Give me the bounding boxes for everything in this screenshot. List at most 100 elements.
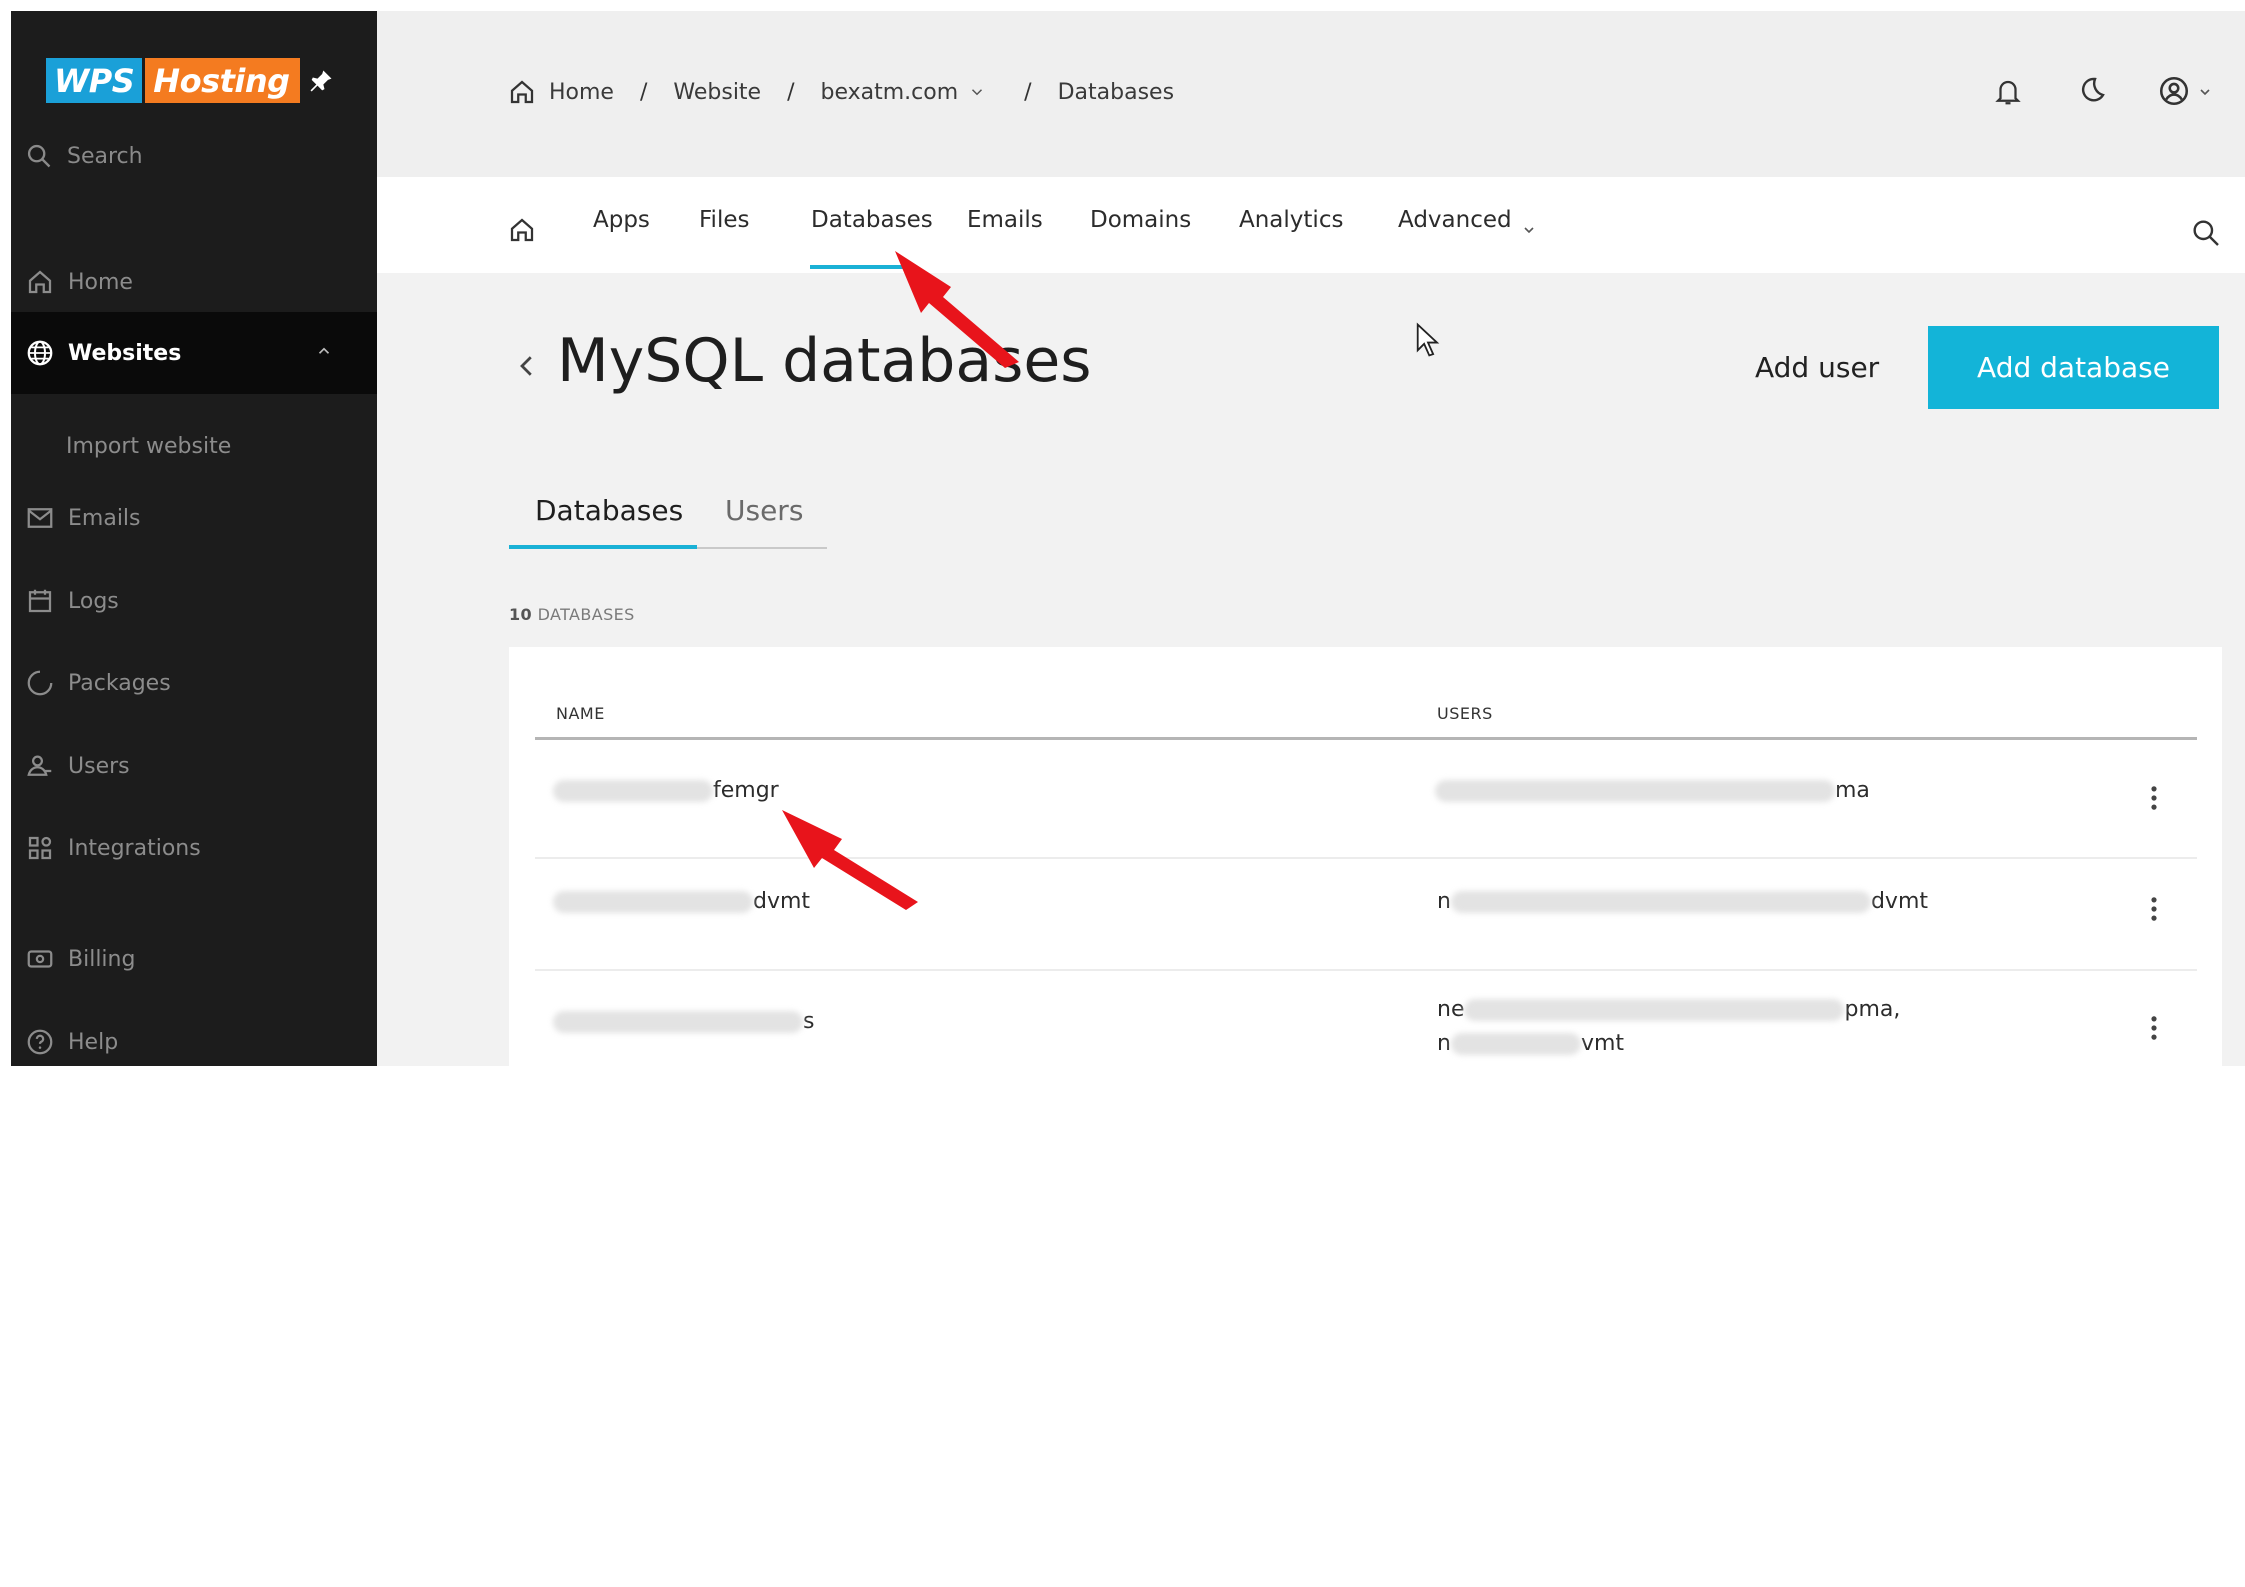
- nav-apps[interactable]: Apps: [593, 207, 650, 233]
- pin-icon[interactable]: [307, 67, 335, 95]
- table-row-users-line2: n vmt: [1437, 1031, 1624, 1056]
- chevron-down-icon[interactable]: [2197, 84, 2213, 100]
- row-users-text: vmt: [1580, 1031, 1625, 1056]
- chevron-down-icon[interactable]: [968, 83, 986, 101]
- kebab-menu-icon[interactable]: [2149, 785, 2159, 811]
- nav-files[interactable]: Files: [699, 207, 749, 233]
- table-row-users: ma: [1435, 778, 1870, 803]
- back-chevron-icon[interactable]: [514, 351, 540, 381]
- breadcrumb-separator: /: [1024, 79, 1032, 105]
- search-icon[interactable]: [2190, 217, 2222, 249]
- sidebar-item-label: Websites: [68, 340, 182, 366]
- user-avatar-icon[interactable]: [2157, 74, 2191, 108]
- breadcrumb-domain[interactable]: bexatm.com: [821, 80, 959, 105]
- nav-analytics[interactable]: Analytics: [1239, 207, 1343, 233]
- annotation-arrow-icon: [895, 251, 1019, 368]
- sidebar-item-integrations[interactable]: Integrations: [11, 807, 377, 889]
- database-count-label: DATABASES: [537, 605, 635, 624]
- redacted-text: [1435, 780, 1835, 802]
- sidebar-item-label: Packages: [68, 670, 171, 696]
- sidebar-item-label: Users: [68, 753, 130, 779]
- annotation-arrow-icon: [782, 810, 918, 910]
- sidebar-item-label: Billing: [68, 946, 136, 972]
- breadcrumb-website[interactable]: Website: [673, 80, 761, 105]
- sidebar-item-users[interactable]: Users: [11, 725, 377, 807]
- breadcrumb-separator: /: [787, 79, 795, 105]
- row-name-text: s: [803, 1009, 815, 1034]
- top-bar: Home / Website / bexatm.com / Databases: [377, 11, 2245, 177]
- redacted-text: [1450, 891, 1871, 913]
- table-row-name[interactable]: femgr: [553, 778, 779, 803]
- nav-advanced[interactable]: Advanced: [1398, 207, 1512, 233]
- row-users-text: ma: [1835, 778, 1870, 803]
- mouse-cursor-icon: [1416, 322, 1440, 357]
- home-icon: [28, 270, 52, 294]
- redacted-text: [553, 780, 713, 802]
- kebab-menu-icon[interactable]: [2149, 896, 2159, 922]
- breadcrumb: Home / Website / bexatm.com / Databases: [507, 77, 1174, 107]
- users-icon: [27, 755, 52, 776]
- chevron-up-icon[interactable]: [315, 342, 333, 360]
- table-row-name[interactable]: dvmt: [553, 889, 810, 914]
- row-users-prefix: ne: [1437, 997, 1465, 1022]
- breadcrumb-separator: /: [639, 79, 648, 105]
- moon-icon[interactable]: [2075, 75, 2107, 107]
- nav-domains[interactable]: Domains: [1090, 207, 1191, 233]
- column-header-users: USERS: [1437, 704, 1493, 723]
- row-users-prefix: n: [1437, 889, 1451, 914]
- sidebar-item-emails[interactable]: Emails: [11, 477, 377, 559]
- tab-databases[interactable]: Databases: [535, 494, 683, 527]
- database-count: 10 DATABASES: [509, 605, 635, 624]
- breadcrumb-current: Databases: [1057, 79, 1175, 105]
- breadcrumb-home[interactable]: Home: [549, 80, 614, 105]
- sidebar-item-label: Help: [68, 1029, 119, 1055]
- redacted-text: [1464, 999, 1845, 1021]
- sidebar-item-label: Logs: [68, 588, 119, 614]
- home-icon[interactable]: [507, 77, 537, 107]
- tab-users[interactable]: Users: [725, 494, 803, 527]
- sidebar-item-help[interactable]: Help: [11, 1001, 377, 1066]
- sidebar-search-label: Search: [67, 143, 143, 169]
- logo-hosting: Hosting: [145, 58, 300, 103]
- sidebar-item-home[interactable]: Home: [11, 241, 377, 323]
- sidebar-item-websites[interactable]: Websites: [11, 312, 377, 394]
- wps-hosting-logo[interactable]: WPS Hosting: [46, 58, 300, 103]
- nav-databases[interactable]: Databases: [811, 207, 933, 233]
- row-divider: [535, 969, 2197, 971]
- database-count-number: 10: [509, 605, 533, 624]
- add-database-button[interactable]: Add database: [1928, 326, 2219, 409]
- sidebar-item-label: Integrations: [68, 835, 201, 861]
- search-icon: [27, 144, 51, 168]
- mail-icon: [27, 508, 53, 528]
- sidebar-item-label: Home: [68, 269, 133, 295]
- sidebar-item-packages[interactable]: Packages: [11, 642, 377, 724]
- header-divider: [535, 737, 2197, 740]
- redacted-text: [1450, 1033, 1581, 1055]
- sidebar-item-import-website[interactable]: Import website: [66, 434, 231, 459]
- sidebar-item-label: Emails: [68, 505, 141, 531]
- sidebar-item-billing[interactable]: Billing: [11, 918, 377, 1000]
- grid-icon: [28, 836, 52, 860]
- home-icon[interactable]: [507, 215, 537, 245]
- sidebar-search[interactable]: Search: [25, 142, 143, 170]
- table-row-users: n dvmt: [1437, 889, 1928, 914]
- nav-emails[interactable]: Emails: [967, 207, 1043, 233]
- row-users-text: dvmt: [1870, 889, 1928, 914]
- active-subtab-indicator: [509, 545, 697, 549]
- add-user-button[interactable]: Add user: [1755, 351, 1879, 384]
- chevron-down-icon[interactable]: [1521, 222, 1537, 238]
- logo-wps: WPS: [46, 58, 143, 103]
- calendar-icon: [28, 589, 52, 613]
- column-header-name: NAME: [556, 704, 605, 723]
- sidebar-item-logs[interactable]: Logs: [11, 560, 377, 642]
- sidebar: WPS Hosting Search Home Websites Import w…: [11, 11, 377, 1066]
- kebab-menu-icon[interactable]: [2149, 1015, 2159, 1041]
- databases-table: NAME USERS femgr ma dvmt n dvmt s ne pma, …: [509, 647, 2222, 1066]
- row-name-text: femgr: [713, 778, 779, 803]
- circle-icon: [27, 670, 53, 696]
- redacted-text: [553, 1011, 803, 1033]
- table-row-name[interactable]: s: [553, 1009, 814, 1034]
- redacted-text: [553, 891, 753, 913]
- bell-icon[interactable]: [1993, 75, 2023, 109]
- app-screenshot: WPS Hosting Search Home Websites Import w…: [11, 11, 2245, 1066]
